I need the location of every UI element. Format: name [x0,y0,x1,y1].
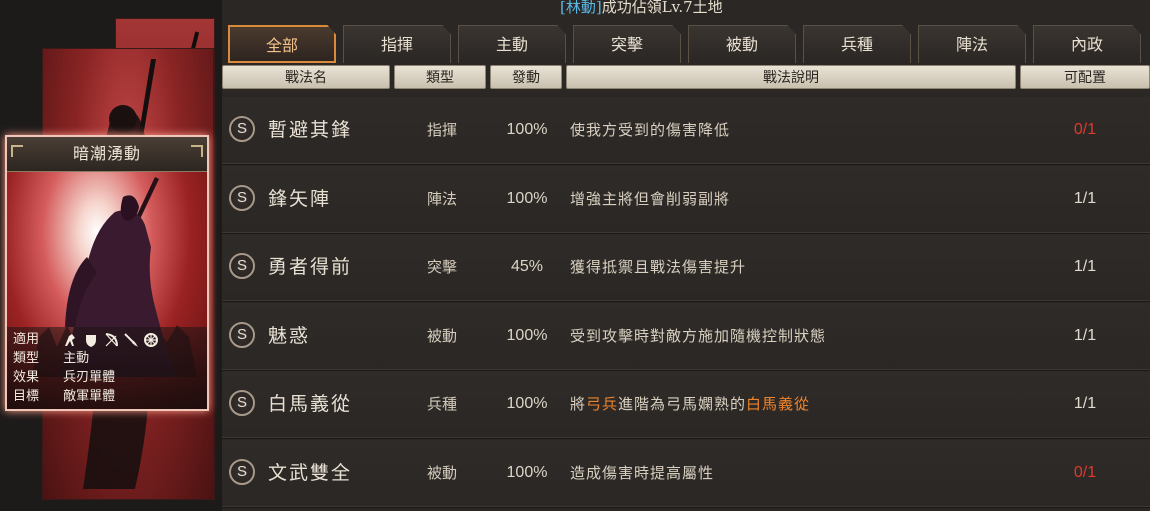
shield-icon [86,334,97,347]
tactic-type: 陣法 [426,189,457,208]
tactic-slot-count: 0/1 [1073,463,1097,481]
info-row-type: 類型 主動 [13,349,89,368]
effect-label: 效果 [13,370,40,385]
tactic-rate: 100% [506,395,548,412]
bow-icon [105,332,119,346]
col-header-type[interactable]: 類型 [394,65,486,89]
tactic-description: 獲得抵禦且戰法傷害提升 [570,258,747,276]
tactic-name: 文武雙全 [268,461,353,484]
tab-7[interactable]: 內政 [1033,25,1141,63]
info-row-applicable: 適用 [13,330,159,349]
hero-card-panel: 暗潮湧動 適用 類型 主動 效果 兵刃單體 目標 敵軍單體 [0,0,222,511]
grade-s-badge: S [229,253,255,279]
tactic-slot-count: 1/1 [1073,258,1097,275]
corner-ornament-left [11,145,23,157]
tactic-row[interactable]: S 文武雙全 被動 100% 造成傷害時提高屬性 0/1 [222,439,1150,508]
tactic-description: 將弓兵進階為弓馬嫻熟的白馬義從 [570,371,810,437]
tactic-rate: 100% [506,326,548,344]
tab-3[interactable]: 突擊 [573,25,681,63]
tactic-row[interactable]: S 鋒矢陣 陣法 100% 增強主將但會削弱副將 1/1 [222,165,1150,234]
type-value: 主動 [63,351,90,366]
tactic-name: 魅惑 [268,324,311,347]
tab-6[interactable]: 陣法 [918,25,1026,63]
tactic-description: 使我方受到的傷害降低 [570,121,731,139]
grade-s-badge: S [229,321,255,348]
info-row-target: 目標 敵軍單體 [13,387,115,406]
tactic-description: 造成傷害時提高屬性 [570,463,715,482]
corner-ornament-right [191,145,203,157]
grade-s-badge: S [229,116,255,142]
tab-2[interactable]: 主動 [458,25,566,63]
spear-icon [124,332,139,347]
col-header-name[interactable]: 戰法名 [222,65,390,89]
desc-highlight: 白馬義從 [746,395,811,413]
tactic-rate: 100% [506,189,548,207]
card-info-panel: 適用 類型 主動 效果 兵刃單體 目標 敵軍單體 [7,327,207,409]
tactic-name: 勇者得前 [268,256,353,278]
tactic-rate: 100% [506,121,548,138]
tactic-slot-count: 1/1 [1073,395,1097,412]
tactic-name: 鋒矢陣 [268,187,332,210]
grade-s-badge: S [229,184,255,211]
desc-highlight: 弓兵 [586,395,619,413]
tactic-slot-count: 0/1 [1073,121,1097,138]
tactic-list: S 暫避其鋒 指揮 100% 使我方受到的傷害降低 0/1 S 鋒矢陣 陣法 100% 增強主將但會… [222,97,1150,511]
desc-text: 進階為弓馬嫻熟的 [618,395,747,413]
tactic-slot-count: 1/1 [1073,189,1097,207]
tactic-description: 受到攻擊時對敵方施加隨機控制狀態 [570,326,827,345]
tab-0[interactable]: 全部 [228,25,336,63]
notice-player-tag: [林動] [560,0,602,16]
tactic-type: 兵種 [426,395,457,413]
tactic-category-tabs: 全部 指揮 主動 突擊 被動 兵種 陣法 內政 [228,25,1150,63]
card-title: 暗潮湧動 [7,137,207,172]
grade-s-badge: S [229,458,255,485]
wheel-icon [144,332,159,347]
effect-value: 兵刃單體 [63,370,116,385]
notice-text: 成功佔領Lv.7土地 [601,0,723,16]
tab-4[interactable]: 被動 [688,25,796,63]
tactic-name: 暫避其鋒 [268,119,353,141]
tactic-rate: 100% [506,463,548,481]
target-value: 敵軍單體 [63,389,116,404]
tactic-type: 被動 [426,326,457,345]
applicable-label: 適用 [13,332,40,347]
tactic-slot-count: 1/1 [1073,326,1097,344]
col-header-slot[interactable]: 可配置 [1020,65,1150,89]
tactic-type: 突擊 [426,258,457,276]
tactic-row[interactable]: S 勇者得前 突擊 45% 獲得抵禦且戰法傷害提升 1/1 [222,234,1150,302]
tactic-row[interactable]: S 魅惑 被動 100% 受到攻擊時對敵方施加隨機控制狀態 1/1 [222,302,1150,371]
tactic-row[interactable]: S 白馬義從 兵種 100% 將弓兵進階為弓馬嫻熟的白馬義從 1/1 [222,371,1150,439]
target-label: 目標 [13,389,40,404]
tactic-name: 白馬義從 [268,393,353,415]
info-row-effect: 效果 兵刃單體 [13,368,115,387]
tab-1[interactable]: 指揮 [343,25,451,63]
applicable-icons [63,332,159,348]
col-header-desc: 戰法說明 [566,65,1016,89]
tab-5[interactable]: 兵種 [803,25,911,63]
tactic-rate: 45% [510,258,544,275]
tactic-description: 增強主將但會削弱副將 [570,189,731,208]
table-header: 戰法名 類型 發動 戰法說明 可配置 [222,65,1150,91]
hero-card[interactable]: 暗潮湧動 適用 類型 主動 效果 兵刃單體 目標 敵軍單體 [5,135,209,411]
tactic-type: 被動 [426,463,457,482]
desc-text: 將 [570,395,587,413]
col-header-rate[interactable]: 發動 [490,65,562,89]
occupation-notice: [林動]成功佔領Lv.7土地 [560,0,723,16]
type-label: 類型 [13,351,40,366]
tactic-type: 指揮 [426,121,457,139]
grade-s-badge: S [229,390,255,416]
tactic-row[interactable]: S 暫避其鋒 指揮 100% 使我方受到的傷害降低 0/1 [222,97,1150,165]
cavalry-icon [65,333,76,346]
